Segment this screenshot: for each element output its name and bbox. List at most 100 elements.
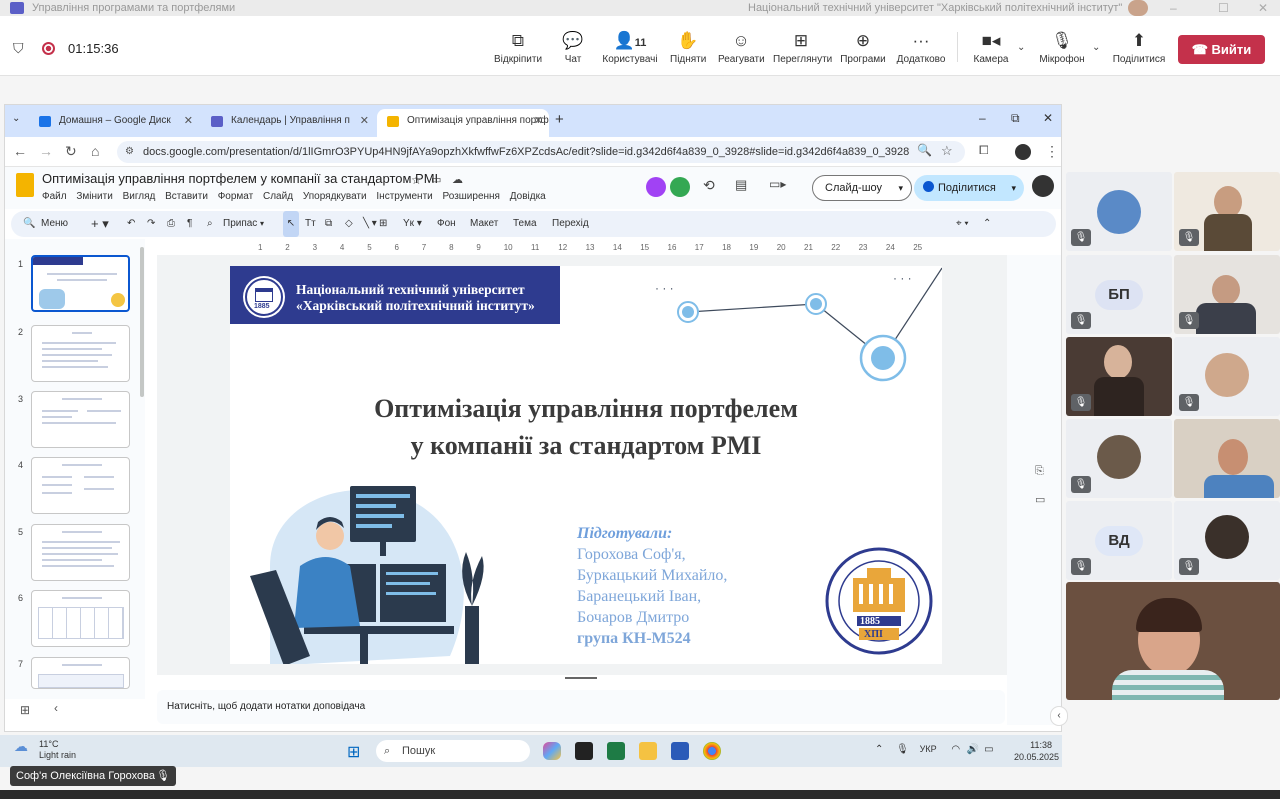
reload-icon[interactable]: ↻	[65, 143, 77, 160]
slide-thumbnail-4[interactable]	[31, 457, 130, 514]
collaborator-avatar[interactable]	[646, 177, 666, 197]
restore-icon[interactable]: ⧉	[1011, 111, 1020, 126]
slideshow-button[interactable]: Слайд-шоу ▾	[812, 175, 912, 201]
background-button[interactable]: Фон	[437, 211, 456, 237]
chrome-icon[interactable]	[703, 742, 721, 760]
profile-avatar[interactable]	[1015, 144, 1031, 160]
leave-button[interactable]: ☎ Вийти	[1178, 35, 1265, 64]
volume-icon[interactable]: 🔊	[967, 744, 979, 755]
close-tab-icon[interactable]: ✕	[360, 109, 369, 133]
forward-icon[interactable]: →	[39, 143, 53, 159]
tab-calendar[interactable]: Календарь | Управління п ✕	[201, 109, 375, 137]
menu-help[interactable]: Довідка	[510, 191, 546, 202]
apps-button[interactable]: ⊕ Програми	[840, 30, 886, 65]
close-window-icon[interactable]: ✕	[1043, 111, 1053, 125]
collaborator-avatar[interactable]	[670, 177, 690, 197]
more-button[interactable]: ··· Додатково	[896, 30, 946, 65]
slide-thumbnail-7[interactable]	[31, 657, 130, 689]
taskbar-clock[interactable]: 11:38 20.05.2025	[1014, 739, 1059, 763]
raise-hand-button[interactable]: ✋ Підняти	[670, 30, 706, 65]
menu-slide[interactable]: Слайд	[263, 191, 293, 202]
browser-menu-icon[interactable]: ⋮	[1045, 143, 1059, 160]
menu-search-icon[interactable]: 🔍	[23, 211, 35, 237]
text-box-icon[interactable]: Tт	[305, 211, 316, 237]
select-tool-icon[interactable]: ↖	[283, 211, 299, 237]
speaker-notes[interactable]: Натисніть, щоб додати нотатки доповідача	[157, 690, 1005, 724]
bookmark-star-icon[interactable]: ☆	[941, 143, 953, 159]
slide-thumbnail-2[interactable]	[31, 325, 130, 382]
input-tools-icon[interactable]: Yк ▾	[403, 211, 422, 237]
undo-icon[interactable]: ↶	[127, 211, 135, 237]
mic-button[interactable]: 🎙 Мікрофон	[1038, 30, 1086, 65]
camera-button[interactable]: ■◂ Камера	[972, 30, 1010, 65]
tray-mic-icon[interactable]: 🎙	[896, 744, 909, 755]
copilot-icon[interactable]	[543, 742, 561, 760]
url-input[interactable]: docs.google.com/presentation/d/1lIGmrO3P…	[117, 141, 965, 163]
participant-tile[interactable]	[1174, 419, 1280, 498]
menu-extensions[interactable]: Розширення	[443, 191, 500, 202]
view-button[interactable]: ⊞ Переглянути	[773, 30, 832, 65]
slide-thumbnail-6[interactable]	[31, 590, 130, 647]
shape-icon[interactable]: ◇	[345, 211, 353, 237]
active-speaker-video[interactable]	[1066, 582, 1280, 700]
comment-add-icon[interactable]: ⊞	[379, 211, 387, 237]
minimize-icon[interactable]: –	[1170, 0, 1177, 16]
close-window-icon[interactable]: ✕	[1258, 0, 1268, 16]
slide-thumbnail-1[interactable]	[31, 255, 130, 312]
battery-icon[interactable]: ▭	[984, 744, 993, 755]
participant-tile[interactable]: 🎙	[1174, 172, 1280, 251]
maximize-icon[interactable]: ☐	[1218, 0, 1229, 16]
account-avatar[interactable]	[1128, 0, 1148, 16]
site-info-icon[interactable]: ⚙	[125, 146, 134, 157]
tab-slides[interactable]: Оптимізація управління портф ✕	[377, 109, 549, 137]
slides-logo-icon[interactable]	[16, 173, 34, 197]
zoom-icon[interactable]: ⌕	[207, 211, 213, 237]
grid-view-icon[interactable]: ⊞	[20, 703, 30, 717]
menu-view[interactable]: Вигляд	[123, 191, 156, 202]
mic-chevron-down-icon[interactable]: ⌄	[1092, 42, 1100, 53]
collapse-panel-chevron-icon[interactable]: ‹	[1050, 706, 1068, 726]
chat-button[interactable]: 💬 Чат	[556, 30, 590, 65]
weather-widget[interactable]: ☁ 11°C Light rain	[14, 739, 76, 761]
user-avatar[interactable]	[1032, 175, 1054, 197]
tab-drive[interactable]: Домашня – Google Диск ✕	[29, 109, 199, 137]
tab-search-icon[interactable]: ⌄	[12, 113, 20, 124]
menu-edit[interactable]: Змінити	[76, 191, 112, 202]
word-icon[interactable]	[671, 742, 689, 760]
theme-button[interactable]: Тема	[513, 211, 537, 237]
close-tab-icon[interactable]: ✕	[534, 109, 543, 133]
chevron-down-icon[interactable]: ▾	[898, 176, 903, 200]
slide-thumbnail-3[interactable]	[31, 391, 130, 448]
collapse-toolbar-icon[interactable]: ⌃	[983, 211, 991, 237]
pycharm-icon[interactable]	[575, 742, 593, 760]
excel-icon[interactable]	[607, 742, 625, 760]
line-icon[interactable]: ╲ ▾	[363, 211, 377, 237]
participant-tile[interactable]: 🎙	[1174, 255, 1280, 334]
folder-icon[interactable]: ▭	[1035, 493, 1045, 506]
move-folder-icon[interactable]: ▭	[431, 173, 441, 186]
pen-tool-icon[interactable]: ⌖ ▾	[956, 211, 969, 237]
history-icon[interactable]: ⟲	[703, 177, 715, 194]
image-icon[interactable]: ⧉	[325, 211, 332, 237]
file-explorer-icon[interactable]	[639, 742, 657, 760]
back-icon[interactable]: ←	[13, 143, 27, 159]
comments-icon[interactable]: ▤	[735, 177, 747, 193]
keep-notes-icon[interactable]: ⎘	[1035, 465, 1044, 478]
participant-tile[interactable]: 🎙	[1174, 337, 1280, 416]
menu-insert[interactable]: Вставити	[165, 191, 208, 202]
wifi-icon[interactable]: ◠	[951, 744, 960, 755]
participant-tile[interactable]: БП 🎙	[1066, 255, 1172, 334]
layout-button[interactable]: Макет	[470, 211, 498, 237]
notes-resize-handle[interactable]	[565, 677, 597, 679]
input-language[interactable]: УКР	[920, 744, 937, 754]
menu-file[interactable]: Файл	[42, 191, 67, 202]
zoom-icon[interactable]: 🔍	[917, 143, 932, 157]
people-button[interactable]: 👤11 Користувачі	[602, 30, 658, 65]
current-slide[interactable]: 1885 Національний технічний університет …	[230, 266, 942, 664]
menus-search[interactable]: Меню	[41, 211, 68, 237]
participant-tile[interactable]: 🎙	[1066, 172, 1172, 251]
participant-tile[interactable]: ВД 🎙	[1066, 501, 1172, 580]
react-button[interactable]: ☺ Реагувати	[718, 30, 765, 65]
menu-format[interactable]: Формат	[218, 191, 254, 202]
extensions-icon[interactable]: ⧠	[979, 143, 989, 158]
